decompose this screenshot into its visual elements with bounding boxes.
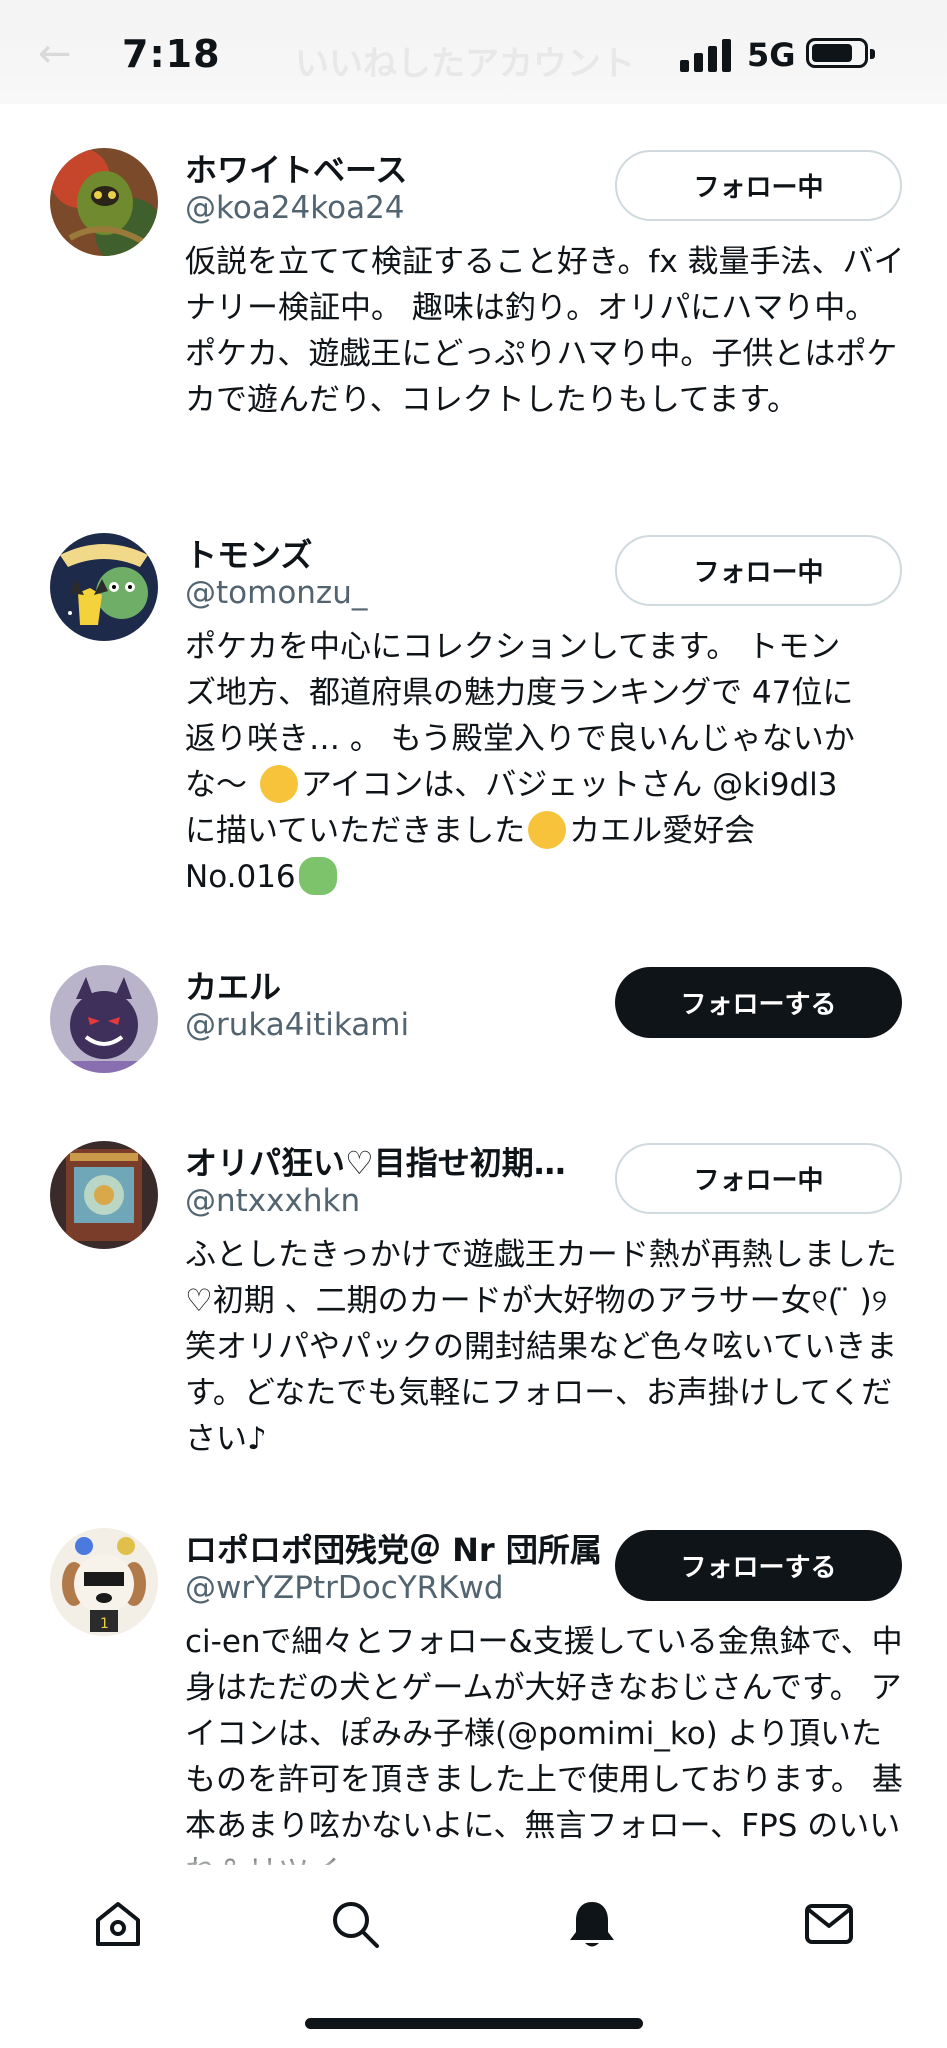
user-display-name[interactable]: ホワイトベース (185, 145, 407, 191)
svg-text:1: 1 (100, 1616, 109, 1632)
user-display-name[interactable]: ロポロポ団残党＠ Nr 団所属 (185, 1525, 602, 1571)
smiling-emoji (528, 811, 567, 849)
user-bio: ふとしたきっかけで遊戯王カード熱が再熱しました♡初期 、二期のカードが大好物のア… (185, 1237, 898, 1457)
signal-strength-icon (680, 38, 732, 72)
notifications-bell-icon[interactable] (566, 1898, 618, 1950)
following-button[interactable]: フォロー中 (615, 1143, 902, 1214)
user-handle[interactable]: @ruka4itikami (185, 1007, 409, 1043)
user-bio: ci-enで細々とフォロー&支援している金魚鉢で、中身はただの犬とゲームが大好き… (185, 1624, 903, 1865)
home-icon[interactable] (92, 1898, 144, 1950)
bio-line: No.016 (185, 854, 905, 900)
avatar-gengar[interactable] (50, 965, 158, 1073)
avatar-pichu-frog[interactable] (50, 533, 158, 641)
follow-button[interactable]: フォローする (615, 1530, 902, 1601)
status-and-header-bar: ← いいねしたアカウント 7:18 5G (0, 0, 947, 104)
user-display-name[interactable]: トモンズ (185, 530, 312, 576)
user-handle[interactable]: @tomonzu_ (185, 575, 367, 611)
avatar-dog-sunglasses[interactable]: 1 (50, 1528, 158, 1636)
bio-line: 返り咲き… 。 もう殿堂入りで良いんじゃないか (185, 721, 855, 757)
avatar-yugioh-card[interactable] (50, 1141, 158, 1249)
bio-line: に描いていただきました カエル愛好会 (185, 811, 756, 849)
network-type: 5G (747, 36, 796, 74)
user-bio: ポケカを中心にコレクションしてます。 トモン ズ地方、都道府県の魅力度ランキング… (185, 624, 905, 900)
search-icon[interactable] (329, 1898, 381, 1950)
rolling-laugh-emoji (259, 765, 298, 803)
user-handle[interactable]: @wrYZPtrDocYRKwd (185, 1570, 504, 1606)
user-row[interactable]: トモンズ @tomonzu_ フォロー中 ポケカを中心にコレクションしてます。 … (0, 530, 947, 900)
bio-line: ズ地方、都道府県の魅力度ランキングで 47位に (185, 675, 854, 711)
page-title: いいねしたアカウント (295, 44, 635, 84)
user-display-name[interactable]: オリパ狂い♡目指せ初期… (185, 1138, 566, 1184)
frog-emoji (298, 857, 337, 895)
home-indicator (305, 2018, 643, 2029)
follow-button[interactable]: フォローする (615, 967, 902, 1038)
avatar-green-monster[interactable] (50, 148, 158, 256)
messages-mail-icon[interactable] (803, 1898, 855, 1950)
battery-icon (806, 38, 875, 68)
user-bio: 仮説を立てて検証すること好き。fx 裁量手法、バイナリー検証中。 趣味は釣り。オ… (185, 244, 905, 418)
user-row[interactable]: カエル @ruka4itikami フォローする (0, 962, 947, 1082)
user-row[interactable]: 1 ロポロポ団残党＠ Nr 団所属 @wrYZPtrDocYRKwd フォローす… (0, 1525, 947, 1865)
user-row[interactable]: ホワイトベース @koa24koa24 フォロー中 仮説を立てて検証すること好き… (0, 145, 947, 475)
user-handle[interactable]: @ntxxxhkn (185, 1183, 360, 1219)
following-button[interactable]: フォロー中 (615, 150, 902, 221)
user-handle[interactable]: @koa24koa24 (185, 190, 405, 226)
bio-line: ポケカを中心にコレクションしてます。 トモン (185, 629, 841, 665)
back-arrow-icon[interactable]: ← (38, 34, 72, 74)
bottom-navigation (0, 1868, 947, 2048)
status-time: 7:18 (122, 32, 221, 76)
user-row[interactable]: オリパ狂い♡目指せ初期… @ntxxxhkn フォロー中 ふとしたきっかけで遊戯… (0, 1138, 947, 1468)
user-display-name[interactable]: カエル (185, 962, 281, 1008)
bio-line: な〜 アイコンは、バジェットさん @ki9dl3 (185, 765, 838, 803)
following-button[interactable]: フォロー中 (615, 535, 902, 606)
